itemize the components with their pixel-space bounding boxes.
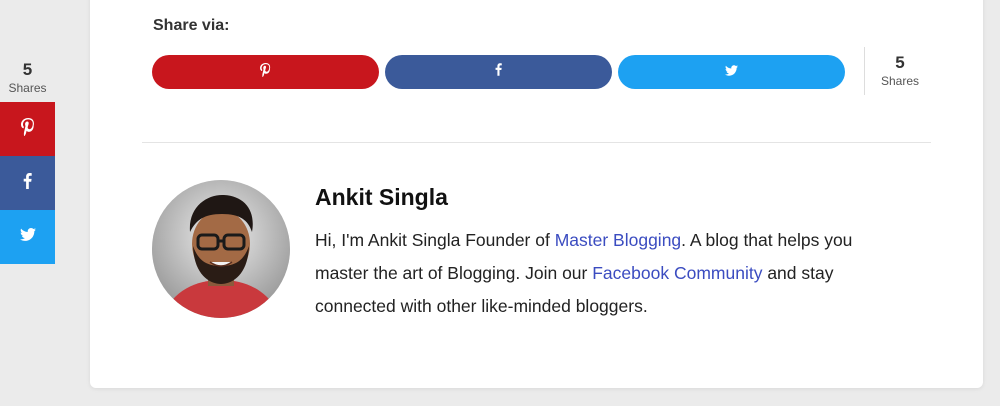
sidebar-pinterest-button[interactable] [0, 102, 55, 156]
sidebar-twitter-button[interactable] [0, 210, 55, 264]
facebook-icon [23, 172, 32, 194]
share-twitter-button[interactable] [618, 55, 845, 89]
share-count-number: 5 [22, 60, 33, 79]
post-footer-card: Share via: 5 Shares Ankit Singla Hi, I'm… [90, 0, 983, 388]
share-count-label: Shares [8, 81, 47, 95]
sidebar-facebook-button[interactable] [0, 156, 55, 210]
share-count: 5 Shares [0, 55, 55, 102]
pinterest-icon [260, 62, 271, 82]
pinterest-icon [20, 117, 35, 141]
twitter-icon [19, 228, 36, 246]
twitter-icon [725, 63, 738, 81]
share-divider [864, 47, 865, 95]
master-blogging-link[interactable]: Master Blogging [555, 230, 681, 250]
section-divider [142, 142, 931, 143]
share-facebook-button[interactable] [385, 55, 612, 89]
author-bio: Hi, I'm Ankit Singla Founder of Master B… [315, 224, 905, 323]
bio-text: Hi, I'm Ankit Singla Founder of [315, 230, 555, 250]
author-name: Ankit Singla [315, 184, 448, 210]
share-buttons-row [152, 55, 845, 89]
share-total: 5 Shares [872, 53, 928, 89]
share-pinterest-button[interactable] [152, 55, 379, 89]
floating-share-bar: 5 Shares [0, 55, 55, 264]
facebook-icon [495, 63, 502, 81]
author-avatar [152, 180, 290, 318]
share-via-label: Share via: [153, 17, 230, 34]
share-total-label: Shares [880, 74, 920, 88]
share-total-number: 5 [895, 53, 905, 72]
facebook-community-link[interactable]: Facebook Community [592, 263, 762, 283]
